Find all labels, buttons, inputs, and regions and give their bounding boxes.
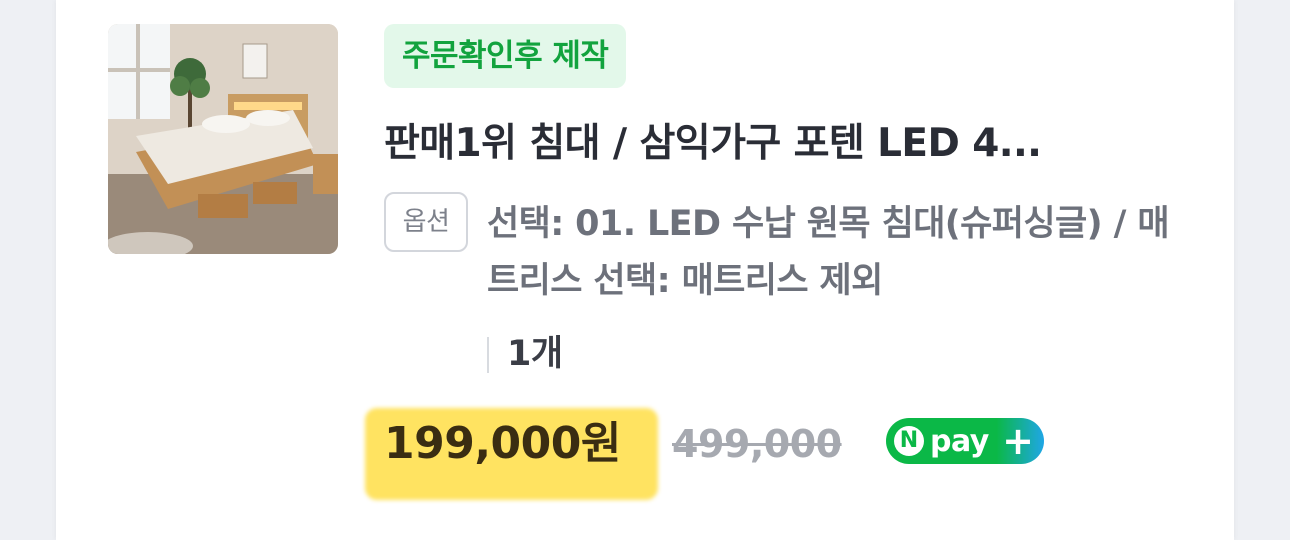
product-title[interactable]: 판매1위 침대 / 삼익가구 포텐 LED 4... — [384, 112, 1184, 176]
sale-price: 199,000원 — [384, 418, 621, 469]
plus-icon: + — [1002, 419, 1034, 463]
quantity-text: 1개 — [507, 334, 563, 374]
product-thumbnail[interactable] — [108, 24, 338, 254]
quantity-divider — [487, 337, 489, 373]
npay-n-icon: N — [894, 426, 924, 456]
npay-label: pay — [930, 423, 989, 459]
option-text: 선택: 01. LED 수납 원목 침대(슈퍼싱글) / 매트리스 선택: 매트… — [487, 204, 1170, 301]
npay-plus-badge: N pay + — [886, 418, 1044, 464]
original-price: 499,000 — [672, 422, 842, 466]
option-tag: 옵션 — [384, 192, 468, 252]
made-to-order-badge: 주문확인후 제작 — [384, 24, 627, 88]
